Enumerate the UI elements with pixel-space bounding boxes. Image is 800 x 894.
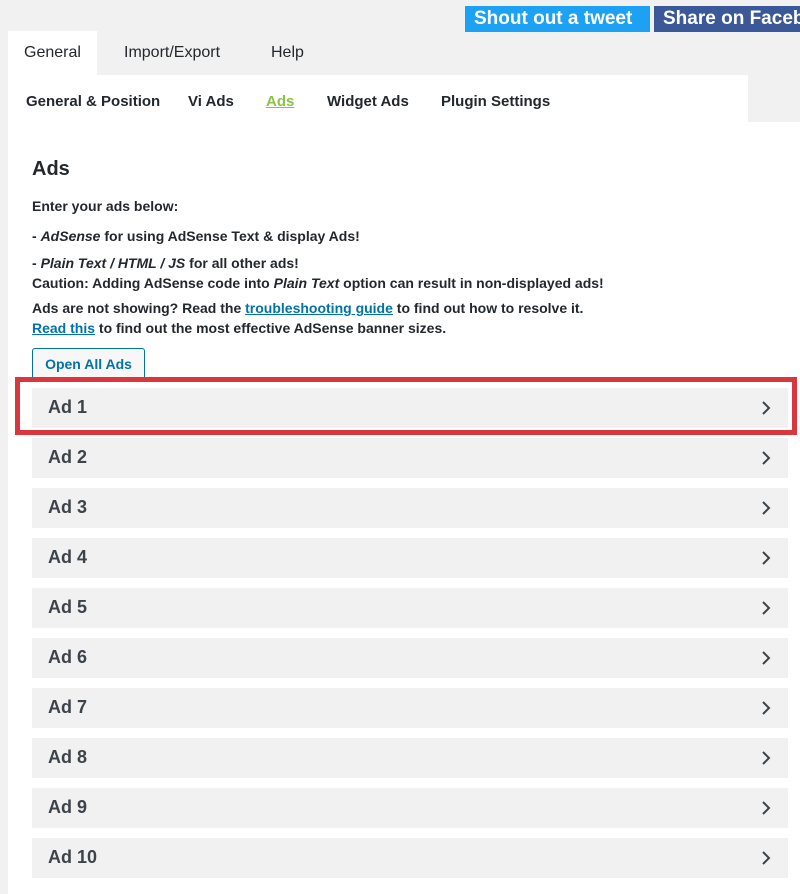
- ad-row-label: Ad 4: [48, 547, 88, 567]
- chevron-right-icon: [762, 401, 771, 415]
- subtab-vi-ads[interactable]: Vi Ads: [188, 93, 234, 110]
- ad-row[interactable]: Ad 1: [32, 388, 788, 428]
- ad-row-label: Ad 1: [48, 397, 88, 417]
- tab-import-export[interactable]: Import/Export: [108, 31, 236, 75]
- ad-row-label: Ad 6: [48, 647, 88, 667]
- open-all-ads-button[interactable]: Open All Ads: [32, 348, 145, 380]
- ad-row[interactable]: Ad 4: [32, 538, 788, 578]
- caution-note: Caution: Adding AdSense code into Plain …: [32, 275, 604, 291]
- ad-row-label: Ad 7: [48, 697, 88, 717]
- chevron-right-icon: [762, 451, 771, 465]
- ad-row[interactable]: Ad 8: [32, 738, 788, 778]
- read-this-link[interactable]: Read this: [32, 320, 95, 336]
- tweet-button[interactable]: Shout out a tweet: [465, 6, 650, 32]
- ad-row[interactable]: Ad 9: [32, 788, 788, 828]
- troubleshooting-note: Ads are not showing? Read the troublesho…: [32, 300, 584, 316]
- sub-tabs: General & Position Vi Ads Ads Widget Ads…: [8, 75, 748, 122]
- ad-row-label: Ad 3: [48, 497, 88, 517]
- plain-text-note: - Plain Text / HTML / JS for all other a…: [32, 255, 299, 271]
- subtab-ads[interactable]: Ads: [266, 93, 294, 110]
- chevron-right-icon: [762, 751, 771, 765]
- banner-sizes-note: Read this to find out the most effective…: [32, 320, 447, 336]
- chevron-right-icon: [762, 601, 771, 615]
- ads-settings-panel: Ads Enter your ads below: - AdSense for …: [8, 122, 800, 894]
- troubleshooting-guide-link[interactable]: troubleshooting guide: [245, 300, 393, 316]
- ad-row-label: Ad 10: [48, 847, 98, 867]
- ad-row-label: Ad 8: [48, 747, 88, 767]
- chevron-right-icon: [762, 651, 771, 665]
- share-facebook-button[interactable]: Share on Facebook: [654, 6, 800, 32]
- ad-row-label: Ad 9: [48, 797, 88, 817]
- ad-row-label: Ad 5: [48, 597, 88, 617]
- ad-row[interactable]: Ad 6: [32, 638, 788, 678]
- intro-text: Enter your ads below:: [32, 198, 179, 214]
- subtab-plugin-settings[interactable]: Plugin Settings: [441, 93, 550, 110]
- chevron-right-icon: [762, 801, 771, 815]
- ad-row[interactable]: Ad 5: [32, 588, 788, 628]
- adsense-note: - AdSense for using AdSense Text & displ…: [32, 228, 360, 244]
- tab-help[interactable]: Help: [255, 31, 320, 75]
- ad-row-label: Ad 2: [48, 447, 88, 467]
- ad-row[interactable]: Ad 2: [32, 438, 788, 478]
- page-title: Ads: [32, 158, 70, 180]
- subtab-general-position[interactable]: General & Position: [26, 93, 160, 110]
- subtab-widget-ads[interactable]: Widget Ads: [327, 93, 409, 110]
- chevron-right-icon: [762, 551, 771, 565]
- chevron-right-icon: [762, 501, 771, 515]
- ad-row[interactable]: Ad 10: [32, 838, 788, 878]
- ad-row[interactable]: Ad 3: [32, 488, 788, 528]
- ad-row[interactable]: Ad 7: [32, 688, 788, 728]
- tab-general[interactable]: General: [8, 31, 97, 75]
- chevron-right-icon: [762, 701, 771, 715]
- chevron-right-icon: [762, 851, 771, 865]
